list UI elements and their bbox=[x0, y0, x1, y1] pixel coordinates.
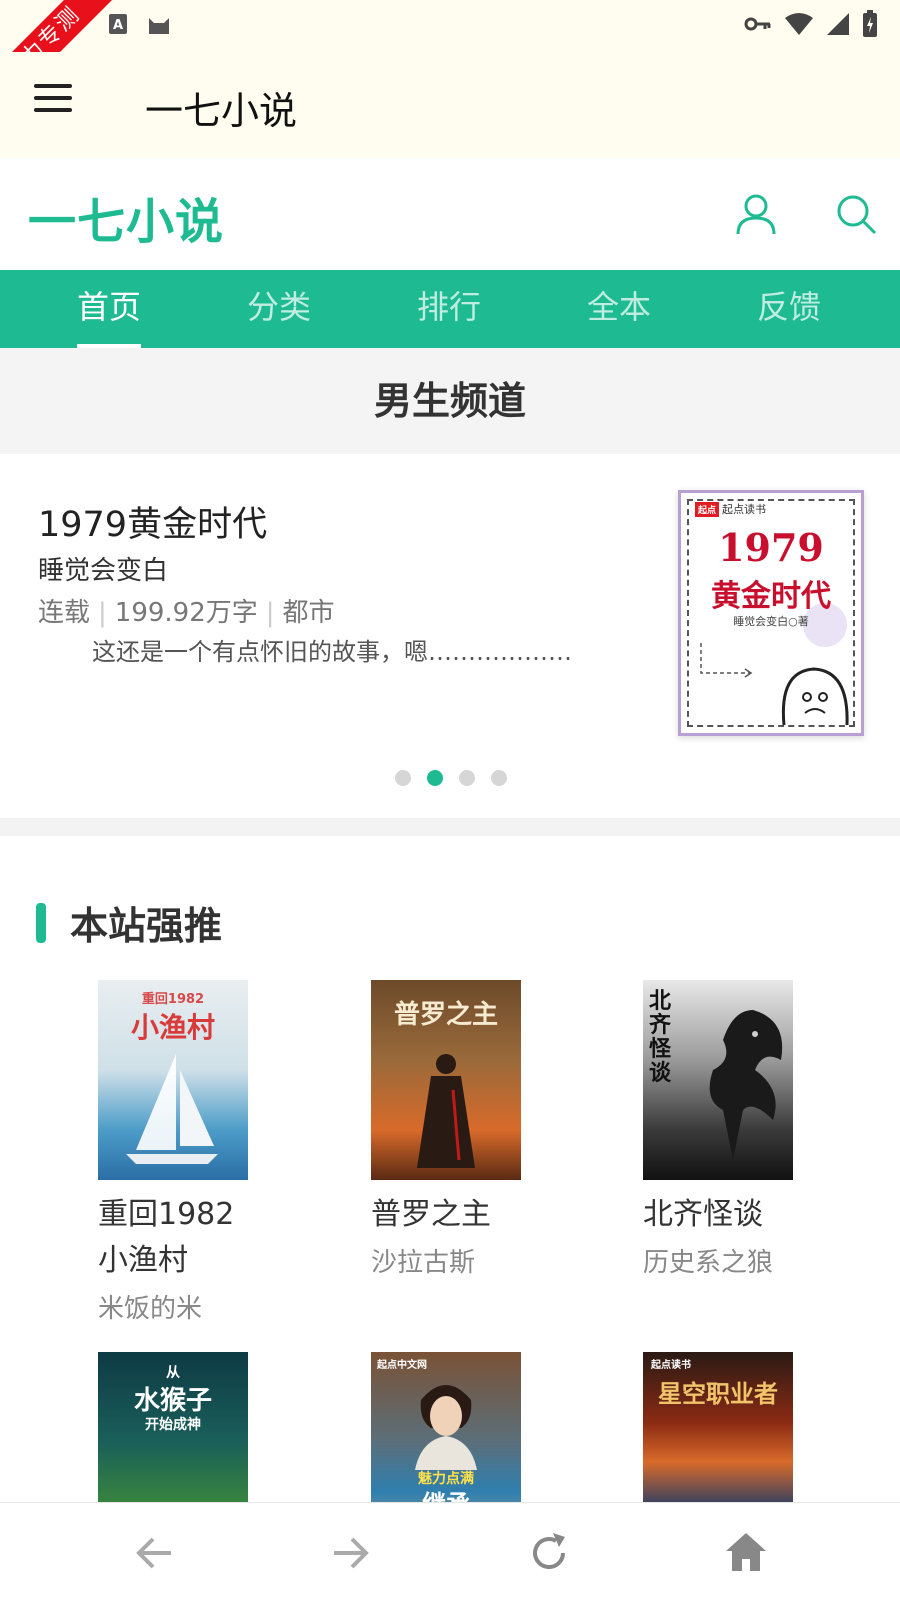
book-cover: 北齐怪谈 bbox=[643, 980, 793, 1180]
book-card[interactable]: 普罗之主 普罗之主 沙拉古斯 bbox=[371, 980, 601, 1279]
refresh-icon bbox=[533, 1533, 565, 1570]
search-icon bbox=[837, 195, 877, 235]
back-button[interactable] bbox=[131, 1529, 179, 1577]
refresh-button[interactable] bbox=[525, 1529, 573, 1577]
recommend-header: 本站强推 bbox=[36, 895, 222, 950]
featured-cover[interactable]: 起点 起点读书 1979 黄金时代 睡觉会变白○著 bbox=[678, 490, 864, 736]
forward-button[interactable] bbox=[326, 1529, 374, 1577]
character-portrait-icon bbox=[415, 1385, 477, 1470]
site-logo[interactable]: 一七小说 bbox=[28, 182, 224, 252]
featured-author: 睡觉会变白 bbox=[38, 556, 169, 586]
section-accent-bar bbox=[36, 902, 46, 943]
menu-icon-line bbox=[34, 108, 72, 112]
carousel-dot-1[interactable] bbox=[395, 770, 411, 786]
carousel-dot-3[interactable] bbox=[459, 770, 475, 786]
book-cover-main-text: 水猴子 bbox=[133, 1386, 212, 1416]
user-icon bbox=[736, 194, 776, 235]
carousel-dot-2[interactable] bbox=[427, 770, 443, 786]
book-author: 历史系之狼 bbox=[643, 1248, 774, 1278]
book-cover-top-text: 重回1982 bbox=[141, 992, 205, 1007]
book-cover-main-text: 星空职业者 bbox=[658, 1380, 778, 1408]
cover-year: 1979 bbox=[718, 525, 824, 570]
nav-home[interactable]: 首页 bbox=[24, 270, 194, 348]
sailboat-icon bbox=[126, 1054, 218, 1164]
featured-words: 199.92万字 bbox=[114, 598, 258, 628]
book-cover-main-text: 小渔村 bbox=[130, 1011, 215, 1044]
recommend-title: 本站强推 bbox=[70, 904, 223, 948]
book-title: 北齐怪谈 bbox=[643, 1197, 763, 1232]
nav-feedback[interactable]: 反馈 bbox=[704, 270, 874, 348]
cover-brand-name: 起点读书 bbox=[722, 503, 767, 516]
channel-header: 男生频道 bbox=[0, 348, 900, 454]
menu-icon-line bbox=[34, 96, 72, 100]
menu-button[interactable] bbox=[34, 84, 78, 124]
site-header: 一七小说 bbox=[0, 158, 900, 270]
nav-complete[interactable]: 全本 bbox=[534, 270, 704, 348]
cover-brand: 起点 起点读书 bbox=[695, 501, 766, 517]
key-icon bbox=[744, 15, 772, 37]
book-card[interactable]: 北齐怪谈 北齐怪谈 历史系之狼 bbox=[643, 980, 873, 1279]
book-cover-main-text: 北齐怪谈 bbox=[649, 989, 672, 1086]
menu-icon-line bbox=[34, 84, 72, 88]
carousel-dot-4[interactable] bbox=[491, 770, 507, 786]
cover-brand-badge: 起点 bbox=[695, 502, 720, 517]
carousel-dots bbox=[395, 770, 507, 786]
search-button[interactable] bbox=[834, 192, 878, 236]
main-nav: 首页 分类 排行 全本 反馈 bbox=[0, 270, 900, 348]
nav-category[interactable]: 分类 bbox=[194, 270, 364, 348]
book-cover: 重回1982 小渔村 bbox=[98, 980, 248, 1180]
featured-description: 这还是一个有点怀旧的故事，嗯……………… bbox=[92, 638, 572, 666]
status-right-icons bbox=[744, 10, 878, 42]
book-card[interactable]: 重回1982 小渔村 重回1982小渔村 米饭的米 bbox=[98, 980, 328, 1325]
app-a-icon: A bbox=[108, 13, 128, 39]
book-author: 沙拉古斯 bbox=[371, 1248, 476, 1278]
bottom-browser-bar bbox=[0, 1502, 900, 1600]
book-cover-top-text: 起点中文网 bbox=[377, 1360, 427, 1371]
book-cover-top-text: 起点读书 bbox=[651, 1360, 691, 1371]
app-title: 一七小说 bbox=[145, 89, 298, 133]
nav-ranking[interactable]: 排行 bbox=[364, 270, 534, 348]
book-cover-main-text: 普罗之主 bbox=[393, 1000, 498, 1030]
home-icon bbox=[726, 1533, 766, 1571]
battery-icon bbox=[862, 10, 878, 42]
wifi-icon bbox=[784, 12, 814, 40]
app-bar: 一七小说 bbox=[0, 52, 900, 158]
featured-genre: 都市 bbox=[282, 598, 335, 628]
featured-status: 连载 bbox=[38, 598, 91, 628]
signal-icon bbox=[826, 12, 850, 40]
channel-title: 男生频道 bbox=[373, 379, 526, 423]
book-title: 普罗之主 bbox=[371, 1197, 491, 1232]
featured-title[interactable]: 1979黄金时代 bbox=[38, 496, 267, 547]
cloaked-figure-icon bbox=[417, 1054, 475, 1168]
featured-meta: 连载 | 199.92万字 | 都市 bbox=[38, 598, 335, 628]
user-button[interactable] bbox=[734, 192, 778, 236]
cover-author-line: 睡觉会变白○著 bbox=[733, 615, 809, 628]
book-cover-top-text: 从 bbox=[166, 1365, 180, 1381]
book-cover: 普罗之主 bbox=[371, 980, 521, 1180]
arrow-right-icon bbox=[334, 1537, 369, 1569]
section-divider bbox=[0, 818, 900, 836]
book-title: 重回1982小渔村 bbox=[98, 1197, 235, 1278]
monster-silhouette-icon bbox=[709, 1010, 783, 1160]
svg-text:A: A bbox=[113, 18, 123, 33]
status-left-icons: A bbox=[108, 12, 172, 40]
cover-illustration bbox=[700, 643, 849, 726]
book-author: 米饭的米 bbox=[98, 1294, 203, 1324]
home-button[interactable] bbox=[722, 1529, 770, 1577]
status-bar: 圣力专测 A bbox=[0, 0, 900, 125]
book-cover-sub-text: 开始成神 bbox=[145, 1417, 201, 1433]
featured-carousel: 1979黄金时代 睡觉会变白 连载 | 199.92万字 | 都市 这还是一个有点怀旧的… bbox=[0, 454, 900, 818]
arrow-left-icon bbox=[136, 1537, 171, 1569]
cat-icon bbox=[146, 12, 172, 40]
cover-name: 黄金时代 bbox=[711, 579, 831, 614]
